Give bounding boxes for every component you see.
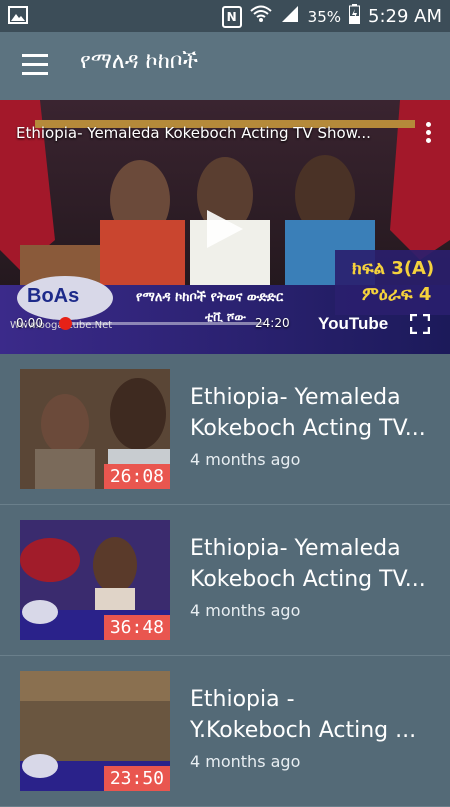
- elapsed-time: 0:00: [16, 316, 43, 330]
- hamburger-menu-icon[interactable]: [22, 54, 48, 76]
- video-item-title[interactable]: Ethiopia- Yemaleda Kokeboch Acting TV...: [190, 533, 435, 595]
- video-item-meta: 4 months ago: [190, 752, 301, 771]
- play-icon[interactable]: [205, 208, 245, 250]
- seek-bar[interactable]: [59, 317, 265, 330]
- wifi-icon: [249, 5, 272, 28]
- video-item-title[interactable]: Ethiopia - Y.Kokeboch Acting ...: [190, 684, 435, 746]
- video-thumbnail[interactable]: 26:08: [20, 369, 170, 489]
- seek-knob[interactable]: [59, 317, 72, 330]
- battery-percent: 35%: [307, 7, 341, 26]
- signal-icon: [280, 5, 300, 28]
- boas-logo: BoAs: [27, 285, 80, 307]
- page-title: የማለዳ ኮከቦች: [80, 49, 199, 74]
- overlay-show-name: የማለዳ ኮከቦች የትወና ውድድር: [136, 290, 284, 305]
- total-duration: 24:20: [255, 316, 290, 330]
- list-item[interactable]: 36:48 Ethiopia- Yemaleda Kokeboch Acting…: [0, 505, 450, 656]
- duration-badge: 23:50: [103, 766, 170, 791]
- list-item[interactable]: 26:08 Ethiopia- Yemaleda Kokeboch Acting…: [0, 354, 450, 505]
- duration-badge: 26:08: [103, 464, 170, 489]
- battery-icon: [349, 4, 360, 29]
- video-item-meta: 4 months ago: [190, 450, 301, 469]
- video-title: Ethiopia- Yemaleda Kokeboch Acting TV Sh…: [16, 124, 371, 142]
- video-item-title[interactable]: Ethiopia- Yemaleda Kokeboch Acting TV...: [190, 382, 435, 444]
- video-item-meta: 4 months ago: [190, 601, 301, 620]
- nfc-icon: N: [221, 5, 242, 28]
- status-bar: N 35% 5:29 AM: [0, 0, 450, 32]
- overlay-round: ምዕራፍ 4: [362, 284, 432, 305]
- clock: 5:29 AM: [368, 6, 442, 27]
- app-bar: የማለዳ ኮከቦች: [0, 32, 450, 100]
- list-item[interactable]: 23:50 Ethiopia - Y.Kokeboch Acting ... 4…: [0, 656, 450, 807]
- more-options-icon[interactable]: [426, 122, 432, 146]
- overlay-episode: ክፍል 3(A): [352, 258, 435, 279]
- gallery-notification-icon: [8, 6, 28, 28]
- duration-badge: 36:48: [103, 615, 170, 640]
- video-thumbnail[interactable]: 36:48: [20, 520, 170, 640]
- video-list: 26:08 Ethiopia- Yemaleda Kokeboch Acting…: [0, 354, 450, 807]
- video-thumbnail[interactable]: 23:50: [20, 671, 170, 791]
- video-player[interactable]: Ethiopia- Yemaleda Kokeboch Acting TV Sh…: [0, 100, 450, 354]
- youtube-logo[interactable]: YouTube: [318, 314, 388, 334]
- fullscreen-icon[interactable]: [410, 314, 430, 334]
